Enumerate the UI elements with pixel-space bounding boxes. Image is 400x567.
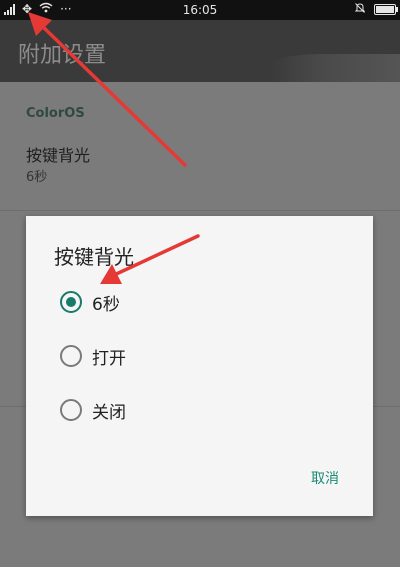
radio-option-on[interactable]: 打开 xyxy=(60,342,126,370)
radio-button-icon[interactable] xyxy=(60,399,82,421)
section-header: ColorOS xyxy=(26,106,85,121)
key-backlight-dialog: 按键背光 6秒 打开 关闭 取消 xyxy=(26,216,373,516)
setting-title: 按键背光 xyxy=(26,146,91,165)
radio-button-icon[interactable] xyxy=(60,345,82,367)
radio-option-off[interactable]: 关闭 xyxy=(60,396,126,424)
cancel-button[interactable]: 取消 xyxy=(311,468,339,488)
status-right-icons xyxy=(354,2,398,17)
status-bar: ✥ ··· 16:05 xyxy=(0,0,400,20)
option-label: 6秒 xyxy=(92,294,120,315)
app-bar: 附加设置 xyxy=(0,20,400,82)
setting-value: 6秒 xyxy=(26,170,48,185)
option-label: 打开 xyxy=(92,348,126,369)
option-label: 关闭 xyxy=(92,402,126,423)
radio-option-6s[interactable]: 6秒 xyxy=(60,288,120,316)
radio-button-icon[interactable] xyxy=(60,291,82,313)
dialog-title: 按键背光 xyxy=(54,245,134,269)
divider xyxy=(0,210,400,211)
status-time: 16:05 xyxy=(182,3,218,17)
battery-icon xyxy=(374,4,398,15)
bell-off-icon xyxy=(354,2,366,17)
page-title: 附加设置 xyxy=(18,43,107,68)
image-smudge xyxy=(270,54,400,82)
